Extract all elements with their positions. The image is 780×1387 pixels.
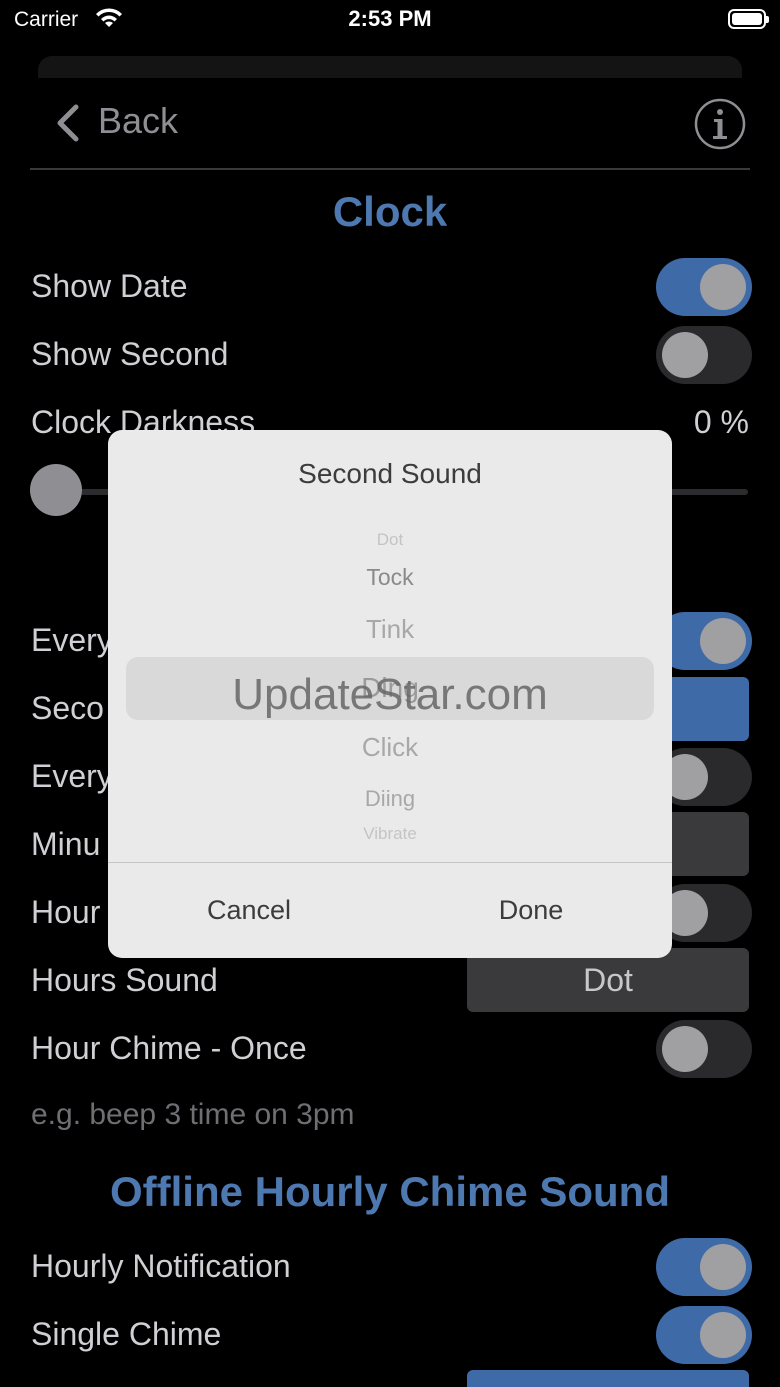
hour-label: Hour <box>31 894 101 930</box>
hour-chime-once-label: Hour Chime - Once <box>31 1030 307 1066</box>
clock-section-title: Clock <box>332 188 448 235</box>
minute-sound-label: Minu <box>31 826 101 862</box>
single-chime-toggle[interactable] <box>656 1306 752 1364</box>
hours-sound-label: Hours Sound <box>31 962 218 998</box>
hourly-notification-label: Hourly Notification <box>31 1248 291 1284</box>
every-second-label: Every <box>31 622 113 658</box>
picker-option[interactable]: Diing <box>124 786 656 812</box>
single-chime-label: Single Chime <box>31 1316 222 1352</box>
status-time: 2:53 PM <box>348 6 432 31</box>
offline-sound-button[interactable] <box>467 1370 749 1387</box>
info-icon[interactable] <box>694 98 746 150</box>
show-second-toggle[interactable] <box>656 326 752 384</box>
picker-option[interactable]: Vibrate <box>124 824 656 844</box>
watermark-text: UpdateStar.com <box>232 670 548 719</box>
picker-option[interactable]: Dot <box>124 530 656 550</box>
picker-option[interactable]: Click <box>124 732 656 763</box>
status-bar: Carrier 2:53 PM <box>0 0 780 44</box>
hour-chime-once-toggle[interactable] <box>656 1020 752 1078</box>
cancel-button[interactable]: Cancel <box>108 862 390 958</box>
show-second-label: Show Second <box>31 336 229 372</box>
show-date-toggle[interactable] <box>656 258 752 316</box>
hour-chime-hint: e.g. beep 3 time on 3pm <box>31 1098 355 1131</box>
second-sound-modal: Second Sound Dot Tock Tink Ding Click Di… <box>108 430 672 958</box>
header-strip <box>38 56 742 78</box>
done-button[interactable]: Done <box>390 862 672 958</box>
offline-section-title: Offline Hourly Chime Sound <box>109 1168 670 1215</box>
picker-option[interactable]: Tock <box>124 564 656 591</box>
second-sound-label: Seco <box>31 690 104 726</box>
nav-divider <box>30 168 750 170</box>
every-minute-label: Every <box>31 758 113 794</box>
back-button[interactable]: Back <box>98 100 178 142</box>
picker-option[interactable]: Tink <box>124 614 656 645</box>
show-date-label: Show Date <box>31 268 188 304</box>
clock-darkness-value: 0 % <box>693 404 749 440</box>
hourly-notification-toggle[interactable] <box>656 1238 752 1296</box>
clock-darkness-slider-knob[interactable] <box>30 464 82 516</box>
battery-icon <box>728 9 769 29</box>
chevron-left-icon[interactable] <box>54 103 82 143</box>
modal-title: Second Sound <box>298 458 482 489</box>
